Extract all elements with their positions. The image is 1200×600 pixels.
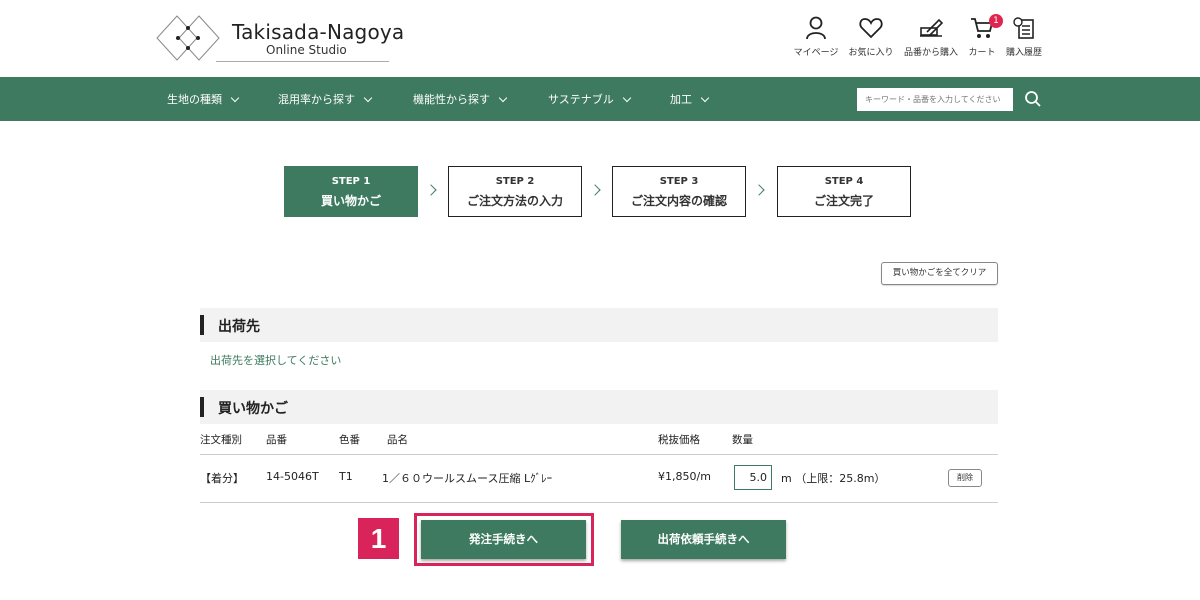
step-3-title: ご注文内容の確認 [630, 194, 727, 208]
table-divider [200, 502, 998, 503]
buy-by-partno-label: 品番から購入 [903, 48, 958, 58]
nav-sustainable[interactable]: サステナブル [548, 91, 632, 107]
nav-processing[interactable]: 加工 [670, 91, 710, 107]
col-quantity: 数量 [732, 434, 753, 446]
history-label: 購入履歴 [1005, 48, 1042, 58]
section-bar [200, 315, 204, 335]
shipping-request-button[interactable]: 出荷依頼手続きへ [621, 520, 786, 559]
step-3: STEP 3 ご注文内容の確認 [612, 166, 746, 217]
mypage-link[interactable]: マイページ [793, 16, 839, 58]
chevron-down-icon [498, 93, 508, 103]
nav-blend-ratio-label: 混用率から探す [278, 93, 355, 106]
col-order-type: 注文種別 [200, 434, 242, 446]
section-bar [200, 397, 204, 417]
nav-fabric-type[interactable]: 生地の種類 [167, 91, 240, 107]
order-procedure-button[interactable]: 発注手続きへ [421, 520, 586, 559]
step-4: STEP 4 ご注文完了 [777, 166, 911, 217]
step-4-number: STEP 4 [824, 176, 864, 187]
cart-count-badge: 1 [989, 14, 1003, 28]
row-color-no: T1 [339, 470, 353, 483]
chevron-down-icon [700, 93, 710, 103]
mypage-label: マイページ [793, 48, 839, 58]
cart-section-header: 買い物かご [200, 390, 998, 424]
row-order-type: 【着分】 [200, 472, 244, 485]
step-2: STEP 2 ご注文方法の入力 [448, 166, 582, 217]
clear-cart-button[interactable]: 買い物かごを全てクリア [881, 262, 998, 285]
table-divider [200, 454, 998, 455]
delete-item-button[interactable]: 削除 [948, 469, 982, 487]
chevron-down-icon [363, 93, 373, 103]
annotation-number-badge: 1 [358, 518, 399, 559]
row-quantity-limit: m （上限：25.8m） [781, 472, 886, 485]
quantity-input[interactable] [734, 465, 772, 490]
col-product-name: 品名 [387, 434, 408, 446]
favorites-link[interactable]: お気に入り [846, 16, 896, 58]
step-arrow-icon [589, 184, 601, 196]
nav-fabric-type-label: 生地の種類 [167, 93, 222, 106]
step-1-title: 買い物かご [320, 194, 381, 208]
logo-mark-icon[interactable] [155, 14, 221, 62]
chevron-down-icon [622, 93, 632, 103]
col-part-no: 品番 [266, 434, 287, 446]
shipping-heading: 出荷先 [218, 319, 260, 335]
history-link[interactable]: 購入履歴 [1004, 16, 1044, 58]
nav-sustainable-label: サステナブル [548, 93, 614, 106]
nav-functionality-label: 機能性から探す [413, 93, 490, 106]
user-icon [806, 16, 826, 40]
cart-link[interactable]: 1 カート [966, 14, 1003, 58]
step-2-number: STEP 2 [495, 176, 535, 187]
step-1-number: STEP 1 [331, 176, 371, 187]
col-price: 税抜価格 [658, 434, 700, 446]
logo-divider [216, 61, 389, 62]
pencil-order-icon [920, 18, 944, 37]
step-arrow-icon [425, 184, 437, 196]
col-color-no: 色番 [339, 434, 360, 446]
search-icon[interactable] [1024, 90, 1042, 108]
step-3-number: STEP 3 [659, 176, 699, 187]
favorites-label: お気に入り [848, 48, 894, 58]
buy-by-partno-link[interactable]: 品番から購入 [902, 16, 960, 58]
row-part-no: 14-5046T [266, 470, 319, 483]
site-header: Takisada-Nagoya Online Studio マイページ お気に入… [0, 0, 1200, 77]
nav-processing-label: 加工 [670, 93, 692, 106]
step-4-title: ご注文完了 [813, 194, 874, 208]
cart-label: カート [968, 48, 996, 58]
nav-blend-ratio[interactable]: 混用率から探す [278, 91, 373, 107]
heart-icon [859, 18, 883, 39]
nav-functionality[interactable]: 機能性から探す [413, 91, 508, 107]
step-arrow-icon [753, 184, 765, 196]
search-input[interactable] [857, 88, 1013, 111]
row-price: ¥1,850/m [658, 470, 711, 483]
brand-title[interactable]: Takisada-Nagoya [232, 20, 404, 44]
cart-heading: 買い物かご [218, 401, 288, 417]
row-product-name: 1／６０ウールスムース圧縮 Lｸﾞﾚｰ [382, 472, 553, 485]
history-icon [1013, 17, 1034, 39]
shipping-section-header: 出荷先 [200, 308, 998, 342]
step-1: STEP 1 買い物かご [284, 166, 418, 217]
brand-subtitle: Online Studio [266, 43, 347, 57]
step-2-title: ご注文方法の入力 [466, 194, 563, 208]
chevron-down-icon [230, 93, 240, 103]
select-shipping-link[interactable]: 出荷先を選択してください [210, 352, 341, 368]
